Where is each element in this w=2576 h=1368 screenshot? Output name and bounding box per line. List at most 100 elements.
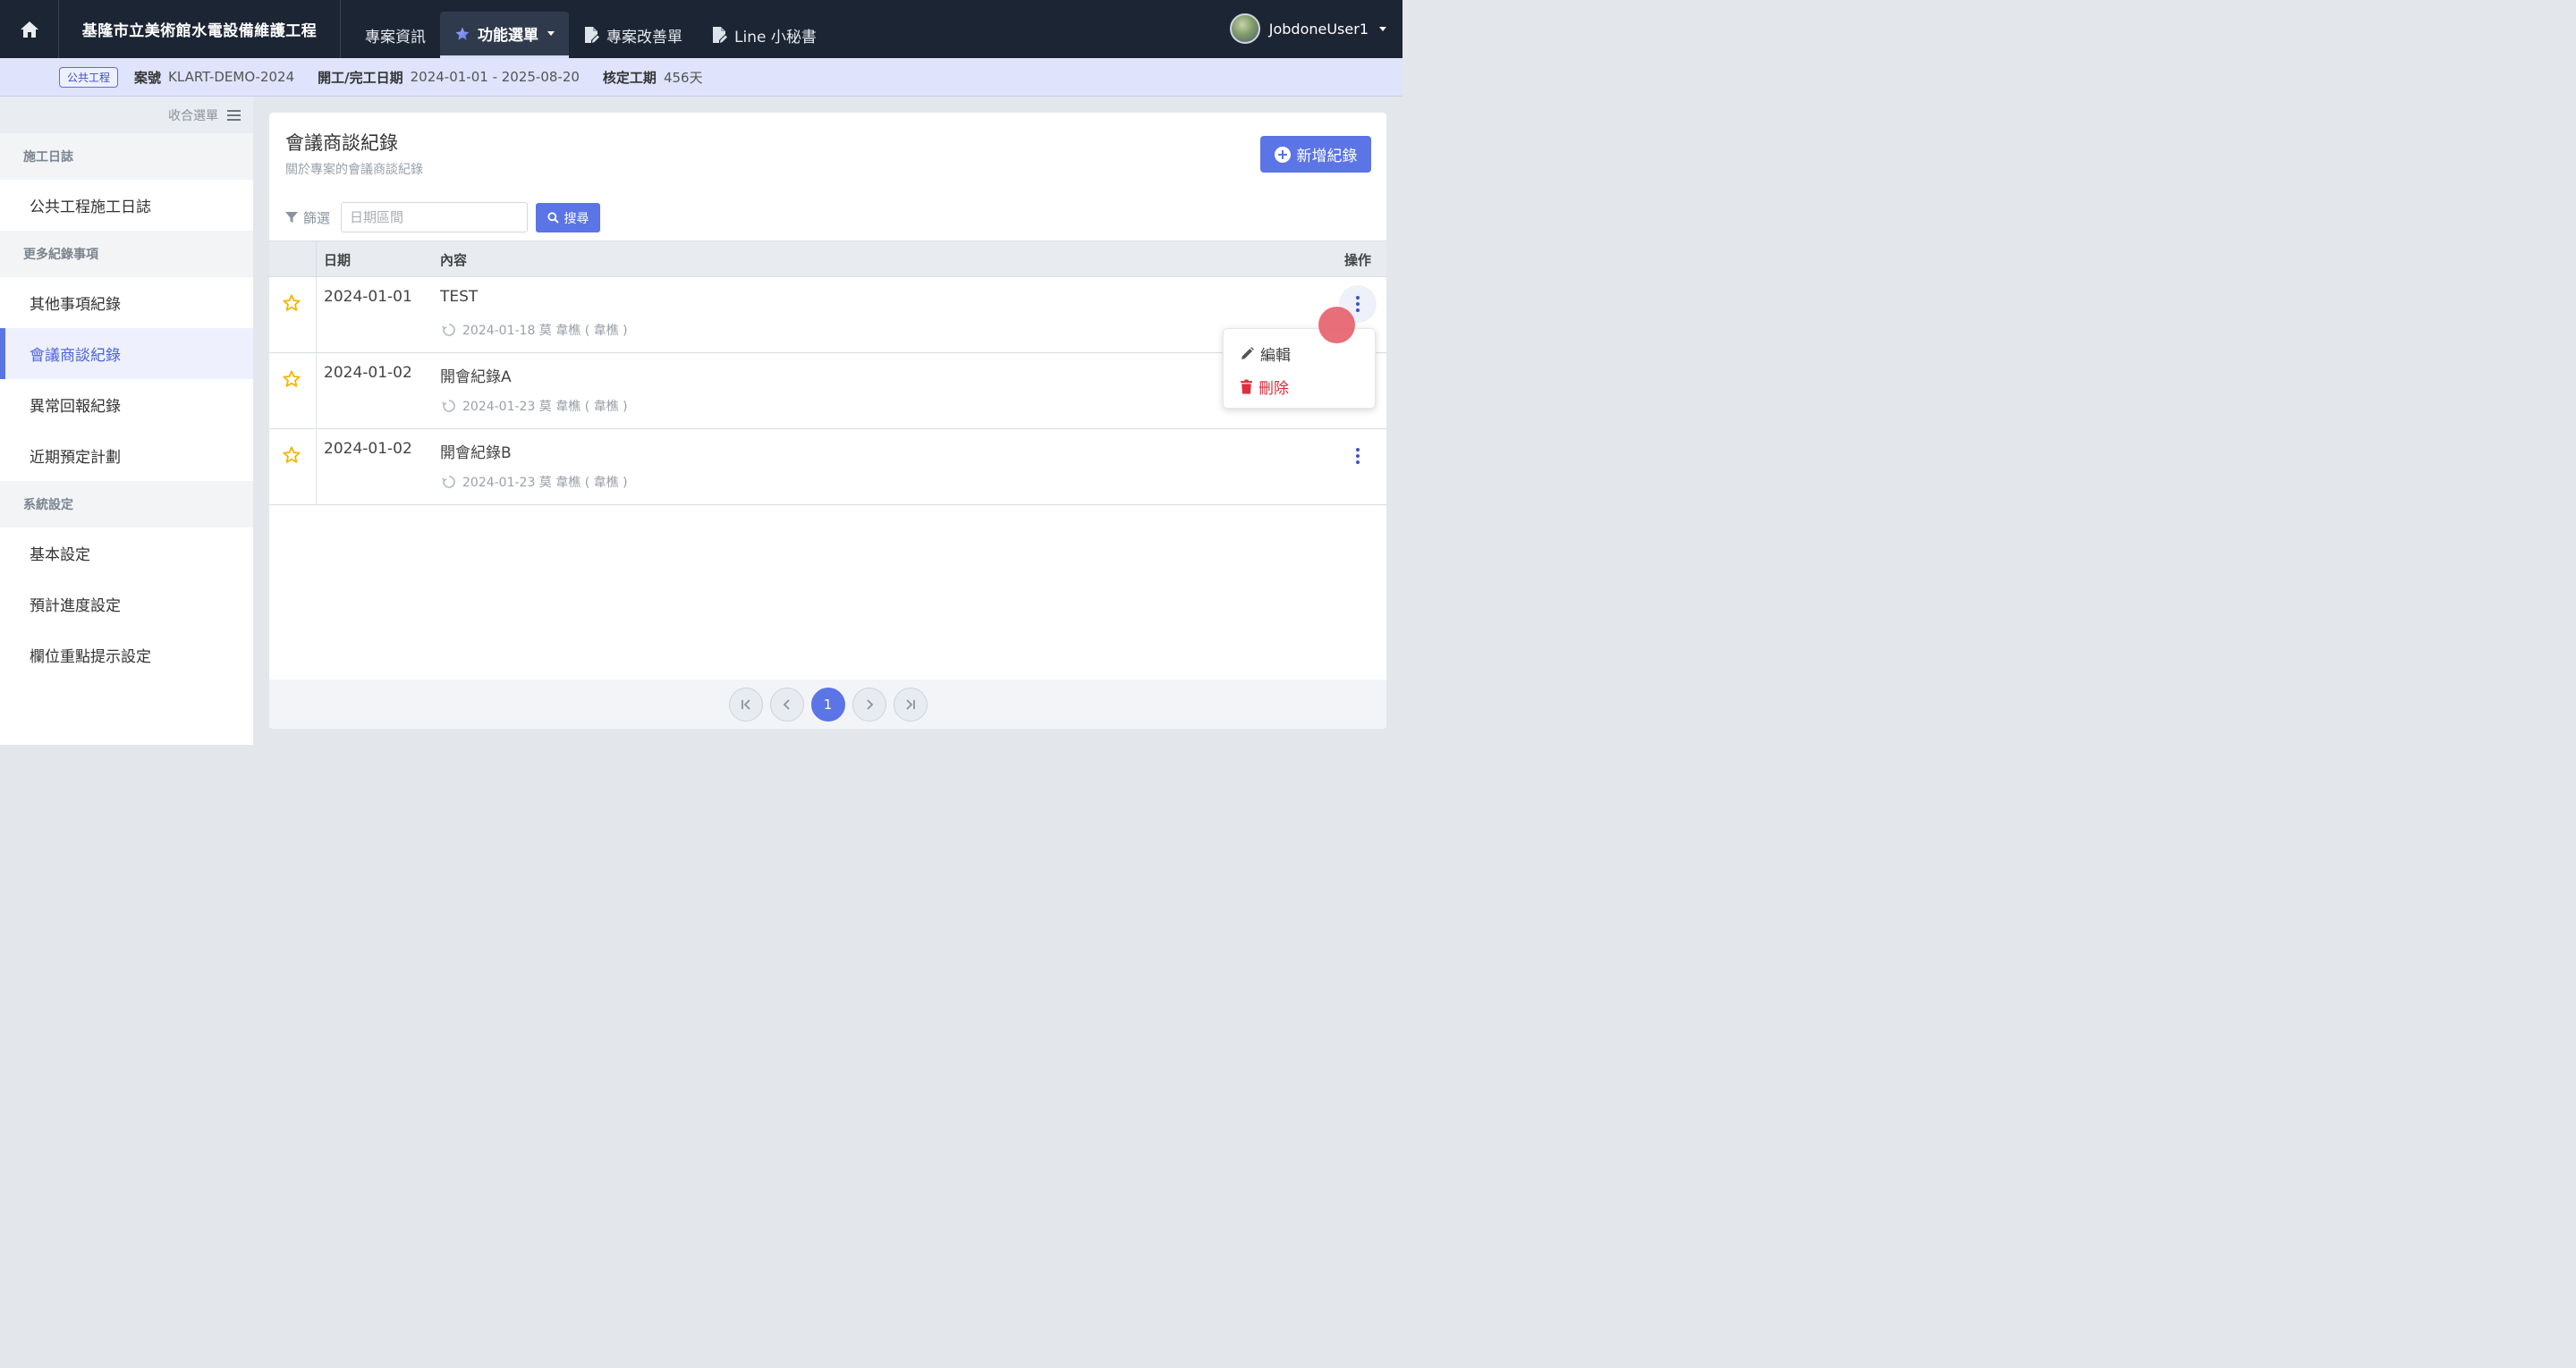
column-header-actions: 操作 xyxy=(1343,251,1371,268)
project-info-bar: 公共工程 案號 KLART-DEMO-2024 開工/完工日期 2024-01-… xyxy=(0,58,1402,97)
filter-label: 篩選 xyxy=(285,207,330,227)
record-date: 2024-01-01 xyxy=(324,288,412,306)
tab-label: Line 小秘書 xyxy=(734,28,817,46)
hamburger-icon xyxy=(227,109,241,121)
duration-label: 核定工期 xyxy=(602,69,657,86)
chevron-left-icon xyxy=(783,698,790,710)
table-row: 2024-01-02 開會紀錄A 2024-01-23 莫 韋樵 ( 韋樵 ) xyxy=(269,353,1386,429)
star-outline-icon[interactable] xyxy=(282,445,301,465)
prev-page-button[interactable] xyxy=(769,687,804,722)
avatar xyxy=(1229,13,1260,44)
case-no-value: KLART-DEMO-2024 xyxy=(168,69,295,85)
home-button[interactable] xyxy=(0,0,59,58)
trash-icon xyxy=(1241,379,1252,393)
sidebar-item-public-works-log[interactable]: 公共工程施工日誌 xyxy=(0,180,253,231)
history-icon xyxy=(442,324,455,336)
search-button[interactable]: 搜尋 xyxy=(536,203,600,232)
more-vertical-icon xyxy=(1356,296,1360,312)
sidebar: 收合選單 施工日誌 公共工程施工日誌 更多紀錄事項 其他事項紀錄 會議商談紀錄 … xyxy=(0,97,253,745)
last-page-icon xyxy=(905,698,915,710)
page-subtitle: 關於專案的會議商談紀錄 xyxy=(285,163,423,177)
edit-menu-item[interactable]: 編輯 xyxy=(1240,342,1291,365)
star-outline-icon[interactable] xyxy=(282,293,301,313)
chevron-right-icon xyxy=(866,698,873,710)
star-outline-icon[interactable] xyxy=(282,369,301,389)
nav-tabs: 專案資訊 功能選單 專案改善單 Line 小秘書 xyxy=(351,12,831,58)
sidebar-item-progress-settings[interactable]: 預計進度設定 xyxy=(0,578,253,629)
record-date: 2024-01-02 xyxy=(324,364,412,382)
record-meta-text: 2024-01-18 莫 韋樵 ( 韋樵 ) xyxy=(462,324,628,338)
record-content[interactable]: TEST xyxy=(440,288,478,306)
user-menu[interactable]: JobdoneUser1 xyxy=(1229,13,1386,44)
record-meta: 2024-01-23 莫 韋樵 ( 韋樵 ) xyxy=(442,473,628,491)
next-page-button[interactable] xyxy=(852,687,886,722)
edit-label: 編輯 xyxy=(1260,346,1291,365)
sidebar-item-anomaly-reports[interactable]: 異常回報紀錄 xyxy=(0,379,253,430)
last-page-button[interactable] xyxy=(893,687,928,722)
date-range-label: 開工/完工日期 xyxy=(318,69,403,86)
history-icon xyxy=(442,476,455,488)
record-meta: 2024-01-23 莫 韋樵 ( 韋樵 ) xyxy=(442,397,628,415)
star-icon xyxy=(455,27,470,40)
table-row: 2024-01-01 TEST 2024-01-18 莫 韋樵 ( 韋樵 ) xyxy=(269,277,1386,353)
tab-function-menu[interactable]: 功能選單 xyxy=(440,12,569,58)
sidebar-item-basic-settings[interactable]: 基本設定 xyxy=(0,528,253,578)
sidebar-item-other-records[interactable]: 其他事項紀錄 xyxy=(0,277,253,328)
case-no-label: 案號 xyxy=(134,69,162,86)
record-content[interactable]: 開會紀錄B xyxy=(440,440,512,462)
page-title: 會議商談紀錄 xyxy=(285,132,398,154)
table-row: 2024-01-02 開會紀錄B 2024-01-23 莫 韋樵 ( 韋樵 ) xyxy=(269,429,1386,505)
history-icon xyxy=(442,400,455,412)
add-record-button[interactable]: 新增紀錄 xyxy=(1260,136,1371,173)
add-record-label: 新增紀錄 xyxy=(1296,148,1358,165)
date-range-input[interactable] xyxy=(341,202,528,232)
plus-circle-icon xyxy=(1274,146,1291,163)
sidebar-section-title: 施工日誌 xyxy=(0,133,253,180)
tab-label: 專案資訊 xyxy=(365,28,426,46)
tab-project-info[interactable]: 專案資訊 xyxy=(351,12,440,58)
page-number-button[interactable]: 1 xyxy=(810,687,845,722)
chevron-down-icon xyxy=(1379,26,1386,31)
search-button-label: 搜尋 xyxy=(564,211,589,226)
duration-value: 456天 xyxy=(663,69,703,86)
first-page-button[interactable] xyxy=(728,687,763,722)
delete-label: 刪除 xyxy=(1258,379,1289,398)
row-actions-dropdown: 編輯 刪除 xyxy=(1223,328,1376,409)
column-header-content: 內容 xyxy=(440,251,468,268)
date-range-value: 2024-01-01 - 2025-08-20 xyxy=(410,69,580,85)
first-page-icon xyxy=(741,698,750,710)
pagination: 1 xyxy=(269,680,1386,729)
filter-icon xyxy=(285,212,298,223)
sidebar-item-upcoming-plans[interactable]: 近期預定計劃 xyxy=(0,430,253,481)
search-icon xyxy=(547,212,559,224)
collapse-label: 收合選單 xyxy=(168,108,218,123)
tab-label: 功能選單 xyxy=(478,27,538,45)
record-date: 2024-01-02 xyxy=(324,440,412,458)
meeting-records-card: 會議商談紀錄 關於專案的會議商談紀錄 新增紀錄 篩選 搜尋 日期 內容 操作 xyxy=(269,113,1386,729)
sidebar-item-field-hint-settings[interactable]: 欄位重點提示設定 xyxy=(0,629,253,680)
user-name: JobdoneUser1 xyxy=(1268,20,1368,38)
filter-label-text: 篩選 xyxy=(303,209,331,226)
sidebar-item-meeting-records[interactable]: 會議商談紀錄 xyxy=(0,328,253,379)
record-meta-text: 2024-01-23 莫 韋樵 ( 韋樵 ) xyxy=(462,400,628,414)
project-title: 基隆市立美術館水電設備維護工程 xyxy=(59,0,341,58)
project-type-badge: 公共工程 xyxy=(59,66,119,88)
delete-menu-item[interactable]: 刪除 xyxy=(1240,376,1289,398)
pencil-icon xyxy=(1241,346,1254,359)
chevron-down-icon xyxy=(547,31,555,36)
top-navbar: 基隆市立美術館水電設備維護工程 專案資訊 功能選單 專案改善單 Line 小秘書… xyxy=(0,0,1402,58)
collapse-menu-button[interactable]: 收合選單 xyxy=(0,97,253,133)
more-vertical-icon xyxy=(1356,448,1360,464)
tab-line-assistant[interactable]: Line 小秘書 xyxy=(697,12,831,58)
tab-improvement-form[interactable]: 專案改善單 xyxy=(569,12,697,58)
record-meta-text: 2024-01-23 莫 韋樵 ( 韋樵 ) xyxy=(462,476,628,490)
row-actions-menu-button[interactable] xyxy=(1339,437,1377,475)
edit-document-icon xyxy=(713,27,727,43)
record-meta: 2024-01-18 莫 韋樵 ( 韋樵 ) xyxy=(442,321,628,339)
home-icon xyxy=(20,21,38,38)
tab-label: 專案改善單 xyxy=(606,28,682,46)
sidebar-section-title: 更多紀錄事項 xyxy=(0,231,253,277)
column-header-date: 日期 xyxy=(324,251,352,268)
record-content[interactable]: 開會紀錄A xyxy=(440,364,512,386)
table-header: 日期 內容 操作 xyxy=(269,241,1386,277)
